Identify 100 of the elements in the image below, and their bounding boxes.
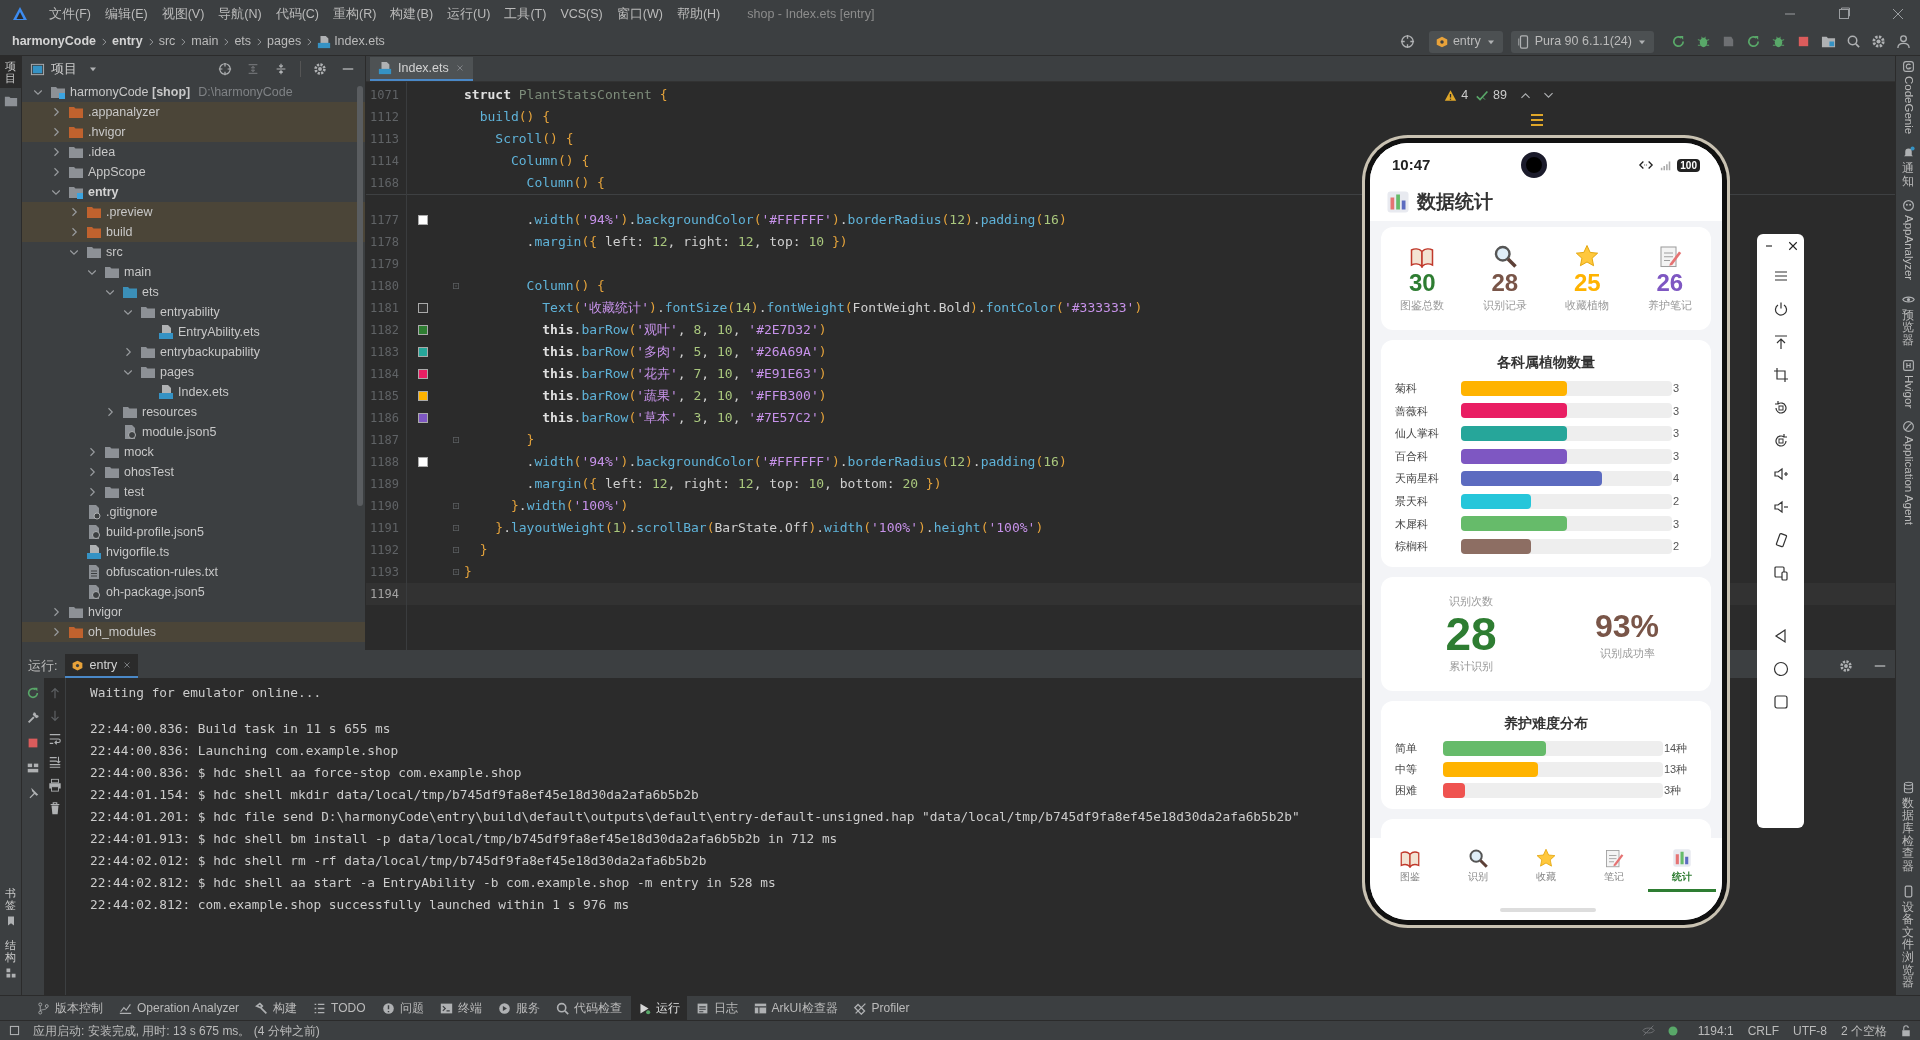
menu-item[interactable]: 工具(T)	[497, 4, 554, 24]
structure-icon[interactable]	[4, 967, 17, 979]
menu-item[interactable]: 文件(F)	[42, 4, 98, 24]
expand-all-icon[interactable]	[246, 62, 260, 76]
status-item[interactable]: CRLF	[1747, 1021, 1779, 1040]
target-icon[interactable]	[1399, 34, 1415, 49]
stop-icon[interactable]	[1796, 34, 1811, 49]
run-tab[interactable]: entry	[65, 654, 139, 678]
tool-window-button[interactable]: Operation Analyzer	[112, 995, 247, 1021]
stop-icon[interactable]	[26, 736, 40, 750]
tree-item[interactable]: AppScope	[22, 162, 365, 182]
breadcrumb-item[interactable]: harmonyCode	[12, 32, 97, 51]
fold-icon[interactable]	[450, 544, 462, 556]
menu-icon[interactable]	[1772, 268, 1789, 284]
tool-window-button[interactable]: TODO	[306, 995, 373, 1021]
tree-item[interactable]: entry	[22, 182, 365, 202]
tree-item[interactable]: Index.ets	[22, 382, 365, 402]
status-item[interactable]: UTF-8	[1793, 1021, 1827, 1040]
color-swatch[interactable]	[418, 457, 428, 467]
rerun-icon[interactable]	[26, 686, 40, 700]
tab-item[interactable]: 统计	[1648, 848, 1716, 892]
tab-item[interactable]: 图鉴	[1376, 848, 1444, 892]
tree-item[interactable]: .hvigor	[22, 122, 365, 142]
tool-window-button[interactable]: 终端	[432, 995, 489, 1021]
volume-up-icon[interactable]	[1772, 466, 1789, 482]
color-swatch[interactable]	[418, 391, 428, 401]
collapse-all-icon[interactable]	[274, 62, 288, 76]
menu-item[interactable]: 构建(B)	[383, 4, 441, 24]
menu-icon[interactable]	[1529, 112, 1545, 128]
tree-item[interactable]: test	[22, 482, 365, 502]
tool-window-button[interactable]: Profiler	[846, 995, 917, 1021]
rerun-icon[interactable]	[1671, 34, 1686, 49]
panel-title-dropdown[interactable]: 项目	[51, 59, 99, 79]
fold-icon[interactable]	[450, 566, 462, 578]
settings-icon[interactable]	[1839, 659, 1853, 673]
menu-item[interactable]: 编辑(E)	[97, 4, 155, 24]
menu-item[interactable]: 导航(N)	[211, 4, 269, 24]
device-dropdown[interactable]: Pura 90 6.1.1(24)	[1510, 30, 1654, 53]
tab-item[interactable]: 收藏	[1512, 848, 1580, 892]
tool-window-button[interactable]: 构建	[248, 995, 305, 1021]
color-swatch[interactable]	[418, 369, 428, 379]
breadcrumb-item[interactable]: src	[158, 32, 176, 51]
screens-icon[interactable]	[1772, 565, 1789, 581]
tree-item[interactable]: build-profile.json5	[22, 522, 365, 542]
soft-wrap-icon[interactable]	[47, 732, 62, 746]
tab-item[interactable]: 识别	[1444, 848, 1512, 892]
upload-icon[interactable]	[1772, 334, 1789, 350]
color-swatch[interactable]	[418, 413, 428, 423]
tree-item[interactable]: hvigor	[22, 602, 365, 622]
menu-item[interactable]: 重构(R)	[326, 4, 384, 24]
search-icon[interactable]	[1846, 34, 1861, 49]
tree-item[interactable]: oh_modules	[22, 622, 365, 642]
breadcrumb-item[interactable]: ets	[234, 32, 252, 51]
user-icon[interactable]	[1896, 34, 1911, 49]
color-swatch[interactable]	[418, 347, 428, 357]
print-icon[interactable]	[47, 778, 62, 792]
tree-item[interactable]: main	[22, 262, 365, 282]
check-count[interactable]: 89	[1493, 86, 1507, 105]
tab-item[interactable]: 笔记	[1580, 848, 1648, 892]
breadcrumb-item[interactable]: pages	[267, 32, 302, 51]
scrollbar[interactable]	[357, 86, 363, 506]
menu-item[interactable]: 帮助(H)	[669, 4, 728, 24]
tool-window-button[interactable]: 预览器	[1901, 292, 1915, 347]
close-icon[interactable]	[1786, 240, 1799, 252]
tree-item[interactable]: .gitignore	[22, 502, 365, 522]
tree-item[interactable]: hvigorfile.ts	[22, 542, 365, 562]
tool-window-button[interactable]: Hvigor	[1901, 358, 1915, 408]
layout-icon[interactable]	[26, 761, 40, 775]
menu-item[interactable]: 视图(V)	[154, 4, 212, 24]
tool-window-button[interactable]: 服务	[490, 995, 547, 1021]
bug-icon[interactable]	[1696, 34, 1711, 49]
check-icon[interactable]	[1476, 88, 1490, 102]
menu-item[interactable]: VCS(S)	[553, 4, 610, 24]
tool-window-button[interactable]: CodeGenie	[1901, 60, 1915, 135]
tool-window-button[interactable]: 通知	[1901, 146, 1915, 188]
color-swatch[interactable]	[418, 325, 428, 335]
warning-icon[interactable]	[1444, 88, 1458, 102]
tree-item[interactable]: oh-package.json5	[22, 582, 365, 602]
tree-item[interactable]: harmonyCode [shop] D:\harmonyCode	[22, 82, 365, 102]
target-icon[interactable]	[218, 62, 232, 76]
rerun-icon[interactable]	[1746, 34, 1761, 49]
tool-window-button[interactable]: 问题	[374, 995, 431, 1021]
tool-window-button[interactable]: 设备文件浏览器	[1901, 884, 1915, 989]
scroll-to-end-icon[interactable]	[47, 755, 62, 769]
tool-window-button[interactable]: 数据库检查器	[1901, 780, 1915, 873]
tree-item[interactable]: resources	[22, 402, 365, 422]
tool-window-button[interactable]: 项目	[0, 56, 21, 89]
tree-item[interactable]: obfuscation-rules.txt	[22, 562, 365, 582]
menu-item[interactable]: 运行(U)	[440, 4, 498, 24]
tree-item[interactable]: entryability	[22, 302, 365, 322]
tool-window-button[interactable]: 运行	[630, 995, 687, 1021]
tree-item[interactable]: module.json5	[22, 422, 365, 442]
module-dropdown[interactable]: entry	[1428, 30, 1503, 53]
breadcrumb-item[interactable]: Index.ets	[334, 32, 385, 51]
tree-item[interactable]: mock	[22, 442, 365, 462]
volume-down-icon[interactable]	[1772, 499, 1789, 515]
tree-item[interactable]: EntryAbility.ets	[22, 322, 365, 342]
fold-icon[interactable]	[450, 434, 462, 446]
folder-icon[interactable]	[1821, 34, 1836, 49]
recents-icon[interactable]	[1772, 694, 1789, 710]
